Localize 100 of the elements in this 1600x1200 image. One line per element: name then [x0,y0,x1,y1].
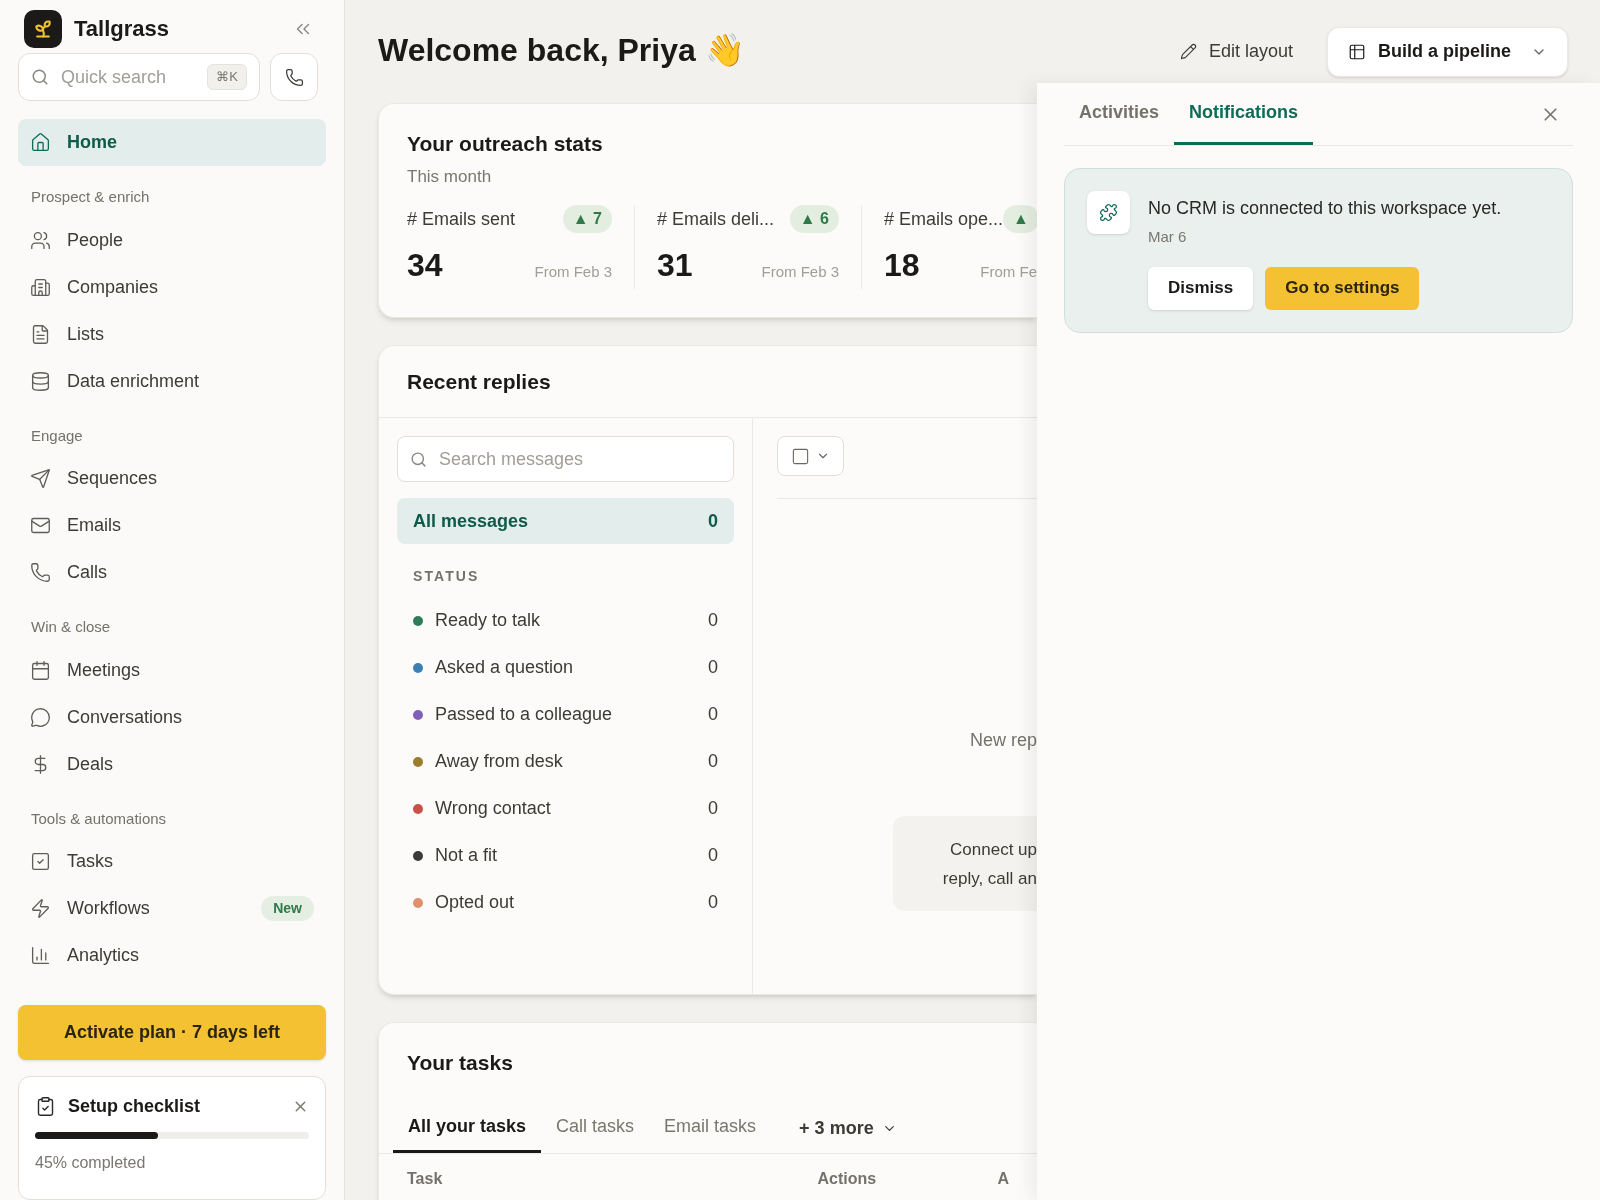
search-input[interactable]: Quick search [61,63,196,91]
tab[interactable]: Email tasks [649,1103,772,1153]
stat-since: From Feb 3 [534,261,612,282]
building-icon [30,276,51,298]
status-count: 0 [708,750,718,773]
section-heading: Win & close [30,617,112,637]
tab[interactable]: All your tasks [393,1103,542,1153]
phone-icon [284,67,304,87]
message-search-field[interactable]: Search messages [397,436,734,482]
nav-item[interactable]: Companies [18,263,326,311]
search-icon [410,450,427,468]
tab[interactable]: Activities [1064,83,1175,145]
card-title: Recent replies [379,346,1037,418]
nav-item[interactable]: Analytics [18,932,326,979]
clipboard-icon [35,1096,56,1117]
nav-item[interactable]: People [18,216,326,264]
nav-item[interactable]: Emails [18,502,326,549]
document-icon [30,323,51,345]
page-title: Welcome back, Priya 👋 [378,30,746,70]
brand-name: Tallgrass [74,15,170,43]
nav-item[interactable]: Lists [18,310,326,358]
status-count: 0 [708,609,718,632]
build-pipeline-button[interactable]: Build a pipeline [1327,26,1568,77]
stat-value: 18 [884,246,920,285]
nav-item[interactable]: Meetings [18,646,326,694]
card-title: Your tasks [406,1050,514,1076]
stat-label: # Emails sent [407,207,516,231]
status-count: 0 [708,891,718,914]
card-title: Your outreach stats [407,131,604,157]
phone-icon [30,562,51,583]
people-icon [30,229,51,251]
status-count: 0 [708,844,718,867]
phone-button[interactable] [270,53,318,101]
more-tabs-button[interactable]: + 3 more [779,1114,917,1142]
nav-item[interactable]: Sequences [18,455,326,502]
send-icon [30,468,51,489]
empty-state-hint: Connect up reply, call an [893,816,1037,911]
new-badge: New [261,896,314,921]
trend-badge: ▲ 7 [562,205,612,233]
quick-search-field[interactable]: Quick search ⌘K [18,53,260,101]
shortcut-key: ⌘K [207,64,247,90]
home-icon [30,132,51,153]
stat-value: 34 [407,246,443,285]
status-heading: STATUS [412,567,481,586]
status-label[interactable]: Asked a question [435,654,696,681]
edit-layout-button[interactable]: Edit layout [1179,38,1293,65]
nav-item[interactable]: Tasks [18,838,326,885]
all-messages-item[interactable]: All messages 0 [397,498,734,544]
section-heading: Prospect & enrich [30,187,151,207]
go-to-settings-button[interactable]: Go to settings [1265,266,1420,310]
nav-item[interactable]: Home [18,119,326,166]
notification-date: Mar 6 [1148,227,1188,247]
stat-label: # Emails deli... [657,207,775,231]
search-icon [31,68,49,86]
pencil-icon [1179,43,1197,60]
progress-caption: 45% completed [35,1153,147,1173]
column-header: A [997,1168,1009,1189]
puzzle-icon [1087,191,1130,234]
tab[interactable]: Notifications [1174,83,1314,145]
status-label[interactable]: Opted out [435,889,696,916]
stat-since: From Feb 3 [761,261,839,282]
stat-value: 31 [657,246,693,285]
nav-item[interactable]: Deals [18,740,326,788]
card-subtitle: This month [407,165,493,188]
stat-label: # Emails ope... [884,207,1004,231]
logo-icon [24,9,62,48]
nav-item[interactable]: Conversations [18,693,326,741]
checkbox-icon [791,446,810,466]
search-input[interactable]: Search messages [439,445,721,473]
lightning-icon [30,898,51,919]
dismiss-button[interactable]: Dismiss [1148,266,1254,310]
select-all-button[interactable] [777,436,844,476]
trend-badge: ▲ [1003,205,1037,233]
nav-item[interactable]: Workflows New [18,885,326,932]
checkbox-icon [30,851,51,872]
table-icon [1348,42,1366,61]
status-label[interactable]: Not a fit [435,842,696,869]
status-label[interactable]: Ready to talk [435,607,696,634]
status-count: 0 [708,656,718,679]
tab[interactable]: Call tasks [541,1103,650,1153]
column-header: Actions [817,1168,878,1189]
activate-plan-button[interactable]: Activate plan · 7 days left [18,1005,326,1060]
section-heading: Engage [30,425,84,446]
bar-chart-icon [30,945,51,966]
trend-badge: ▲ 6 [789,205,839,233]
status-label[interactable]: Wrong contact [435,795,696,822]
column-header: Task [407,1168,444,1189]
mail-icon [30,515,51,536]
status-label[interactable]: Passed to a colleague [435,701,696,728]
status-count: 0 [708,703,718,726]
nav-item[interactable]: Data enrichment [18,357,326,405]
chat-icon [30,706,51,728]
status-label[interactable]: Away from desk [435,748,696,775]
checklist-title: Setup checklist [68,1095,202,1118]
empty-state-title: New rep [969,729,1037,752]
notification-message: No CRM is connected to this workspace yet. [1148,197,1502,220]
calendar-icon [30,659,51,681]
status-count: 0 [708,797,718,820]
nav-item[interactable]: Calls [18,549,326,596]
database-icon [30,370,51,392]
